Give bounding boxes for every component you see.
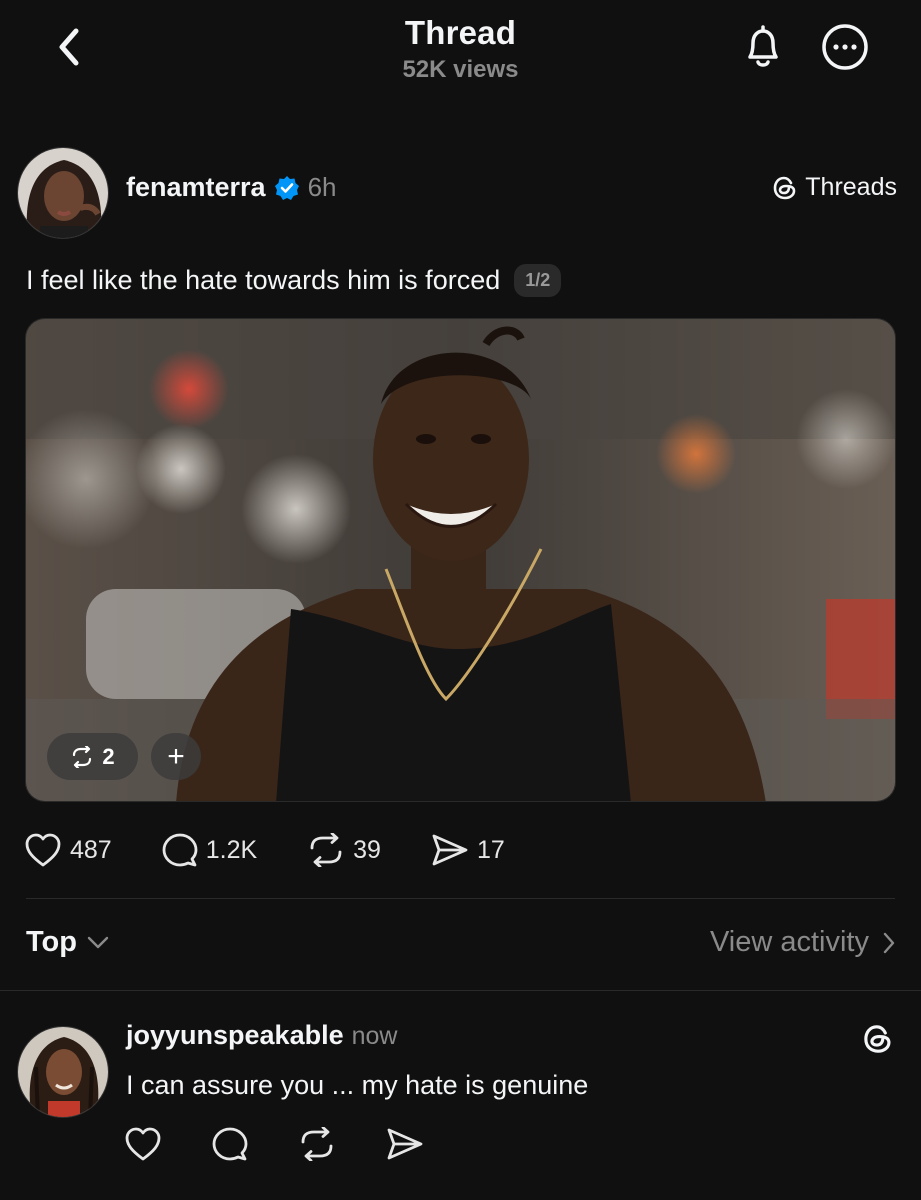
repost-icon [310,833,342,867]
reply-text: I can assure you ... my hate is genuine [126,1070,589,1100]
repost-icon [73,745,92,768]
reply-share-button[interactable] [386,1127,424,1161]
reply-timestamp: now [351,1022,398,1050]
share-icon [387,1128,423,1160]
post-author-row: fenamterra 6h [126,172,336,203]
chevron-right-icon [883,932,895,953]
view-activity-link[interactable]: View activity [710,926,895,959]
bell-icon [748,25,778,67]
share-count: 17 [476,835,505,864]
image-repost-chip[interactable]: 2 [47,733,138,780]
reply-repost-button[interactable] [298,1127,336,1161]
repost-count: 39 [353,835,381,864]
comment-icon [212,1127,248,1161]
share-button[interactable]: 17 [431,833,505,867]
threads-logo-icon [773,176,796,199]
post-text: I feel like the hate towards him is forc… [26,265,501,295]
post-image[interactable]: 2 + [25,318,896,802]
author-username[interactable]: fenamterra [126,172,266,203]
more-options-button[interactable] [818,20,872,74]
reply-button[interactable]: 1.2K [162,832,257,868]
reply-author-username[interactable]: joyyunspeakable [126,1020,344,1051]
reply-count: 1.2K [205,835,258,864]
chevron-down-icon [87,936,109,948]
author-avatar[interactable] [17,147,109,239]
verified-icon [274,175,299,200]
repost-icon [301,1127,333,1161]
threads-source-link[interactable]: Threads [771,173,897,202]
threads-source-label: Threads [805,173,897,201]
image-add-button[interactable]: + [151,733,201,780]
thread-page-badge: 1/2 [514,264,562,297]
sort-dropdown[interactable]: Top [26,926,109,959]
threads-logo-icon [864,1025,891,1053]
sort-label: Top [26,926,77,958]
like-count: 487 [70,835,112,864]
view-activity-label: View activity [709,926,869,958]
notify-button[interactable] [738,20,788,74]
reply-comment-button[interactable] [212,1126,248,1162]
thread-screen: Thread 52K views fenamterra 6h Threads I… [0,0,921,1200]
more-icon [822,24,868,70]
reply-author-avatar[interactable] [17,1026,109,1118]
reply-actions [124,1126,424,1162]
image-repost-count: 2 [102,743,115,769]
post-text-row: I feel like the hate towards him is forc… [26,264,562,297]
reply-author-row: joyyunspeakable now [126,1020,397,1051]
post-timestamp: 6h [307,172,337,202]
divider [0,990,921,991]
repost-button[interactable]: 39 [307,833,381,867]
reply-threads-link[interactable] [861,1022,895,1061]
reply-like-button[interactable] [124,1126,162,1162]
divider [26,898,895,899]
like-button[interactable]: 487 [24,832,112,868]
heart-icon [25,833,61,867]
top-bar: Thread 52K views [0,0,921,110]
share-icon [432,834,468,866]
post-actions: 487 1.2K 39 17 [24,832,555,868]
heart-icon [125,1127,161,1161]
comment-icon [162,833,198,867]
